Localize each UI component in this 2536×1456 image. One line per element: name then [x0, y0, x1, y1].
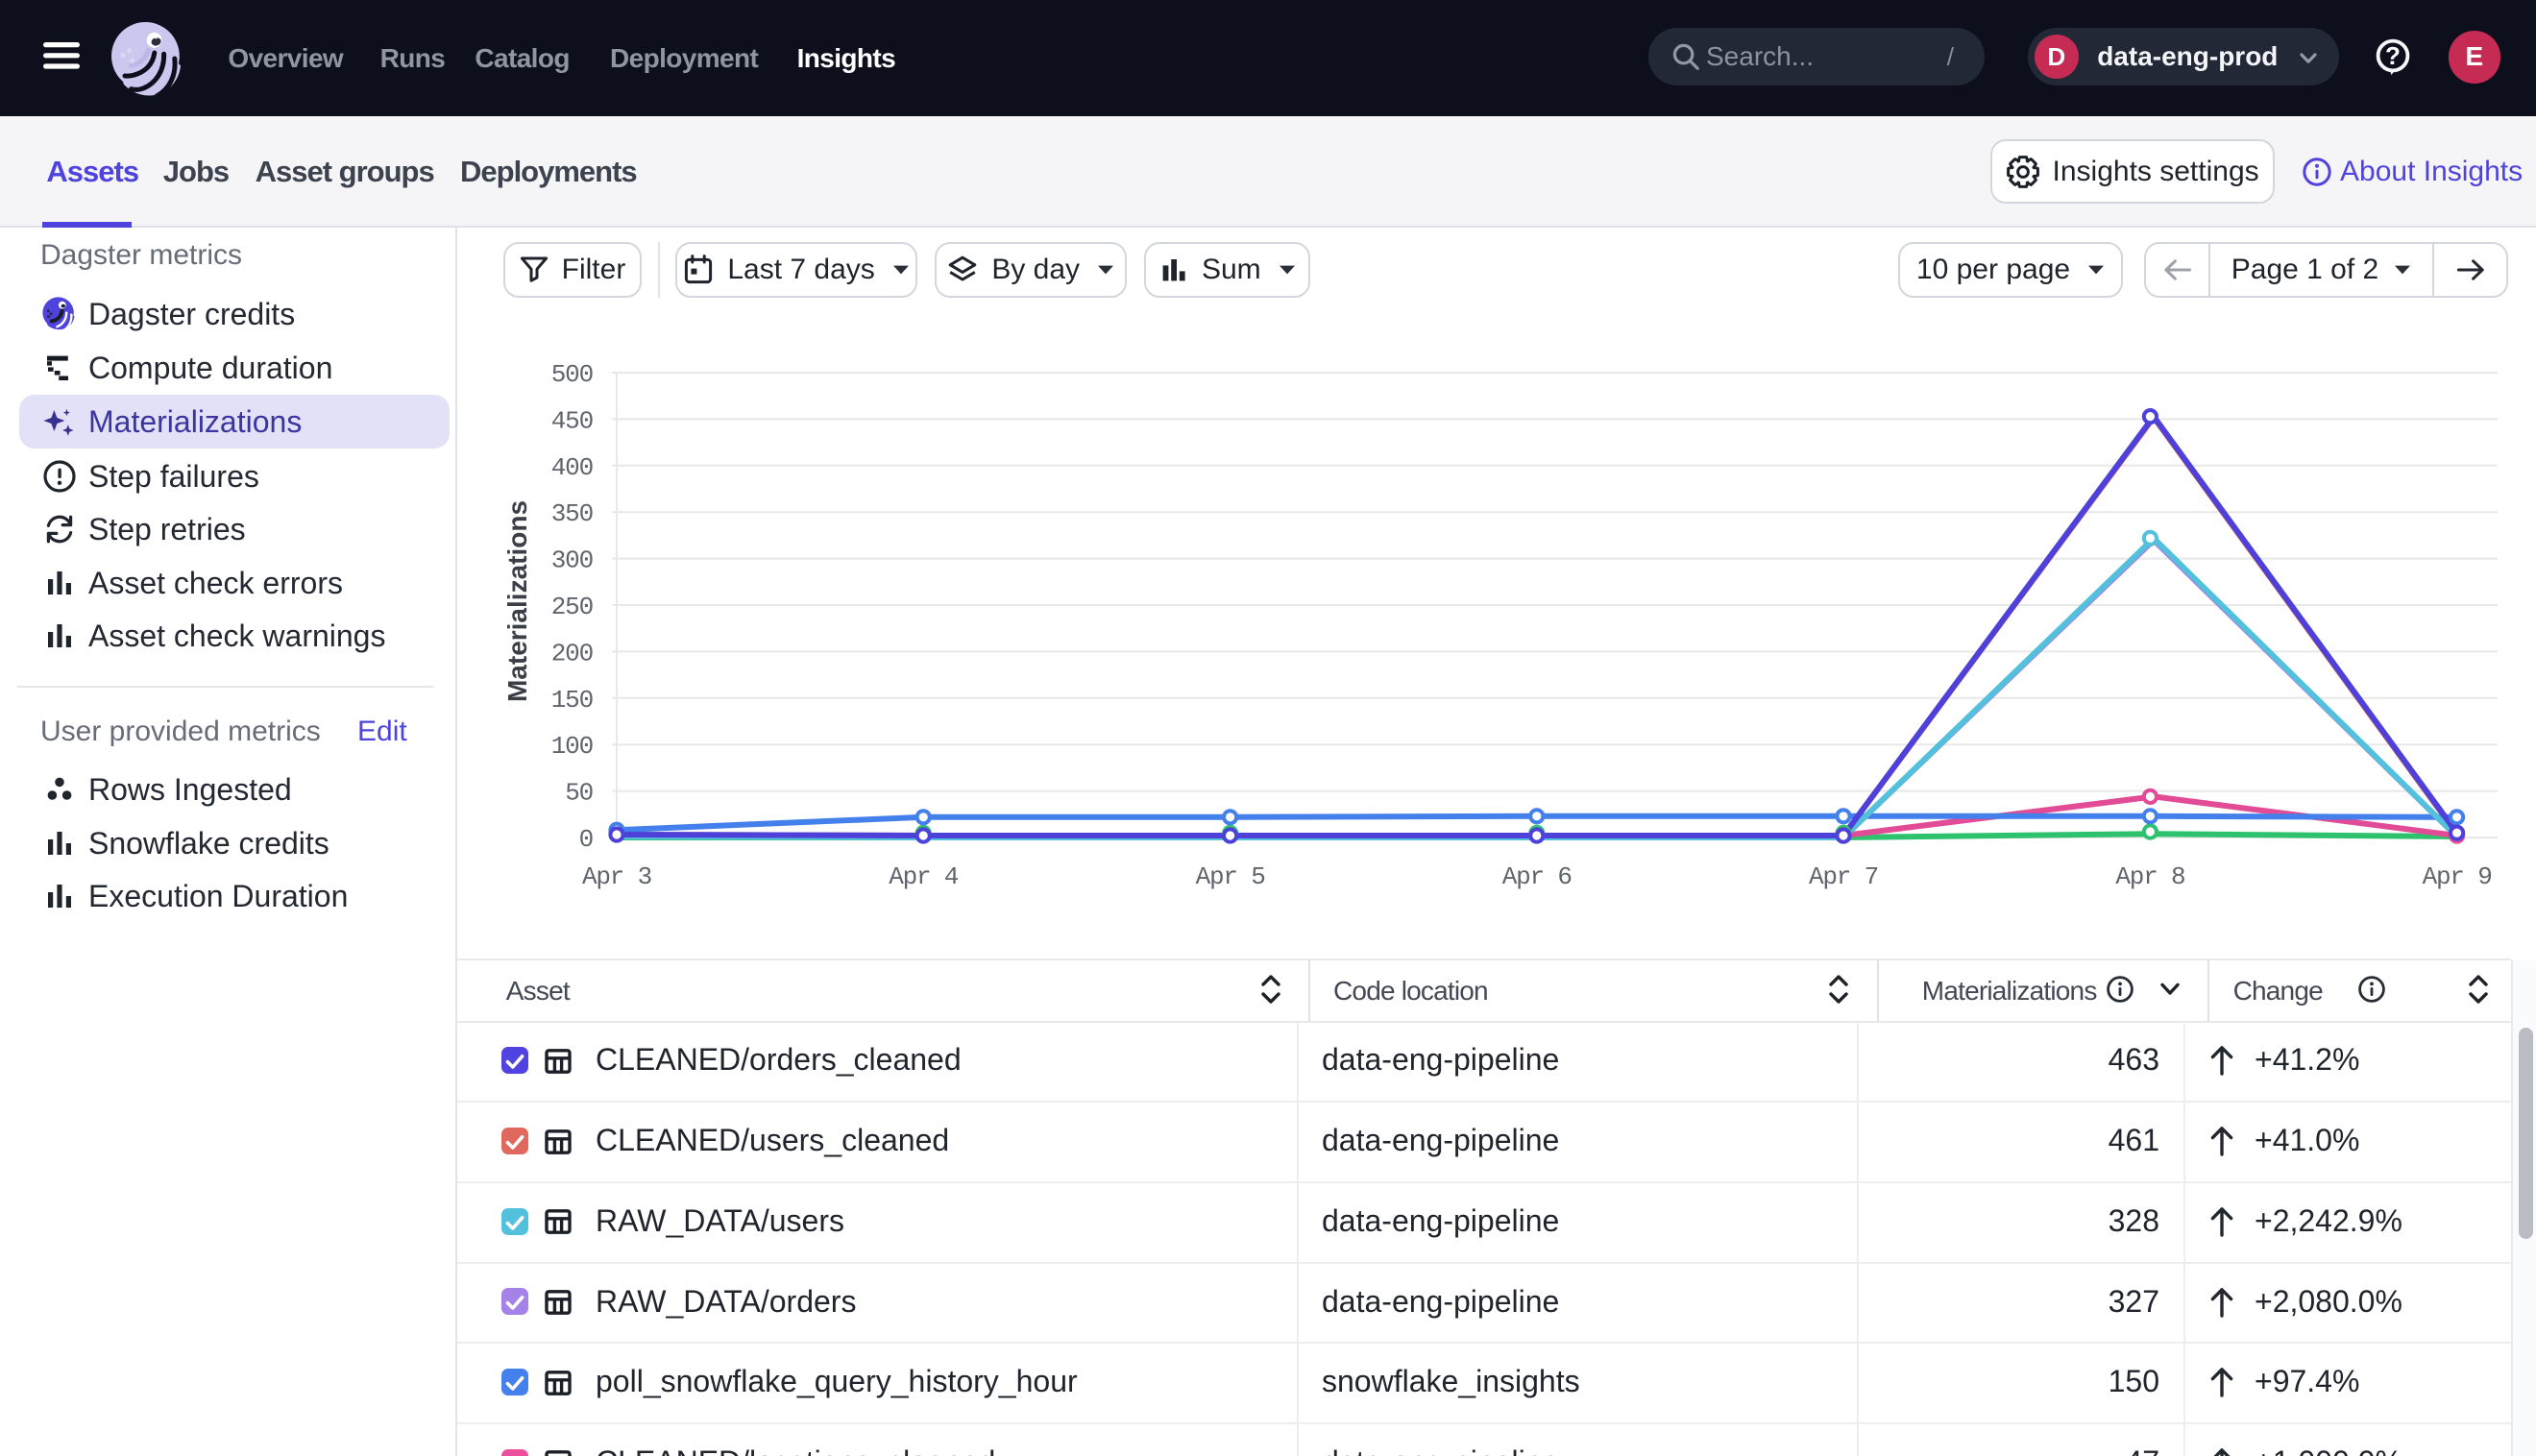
svg-text:Apr 5: Apr 5	[1196, 862, 1265, 891]
svg-text:250: 250	[551, 593, 593, 621]
svg-text:0: 0	[579, 825, 593, 854]
svg-text:Apr 8: Apr 8	[2115, 862, 2184, 891]
svg-text:Apr 7: Apr 7	[1809, 862, 1878, 891]
svg-text:Apr 3: Apr 3	[582, 862, 651, 891]
svg-text:100: 100	[551, 732, 593, 761]
svg-text:450: 450	[551, 406, 593, 435]
svg-text:200: 200	[551, 639, 593, 667]
svg-text:Apr 4: Apr 4	[889, 862, 959, 891]
svg-text:300: 300	[551, 546, 593, 575]
svg-text:Materializations: Materializations	[502, 500, 532, 702]
svg-text:?: ?	[2385, 41, 2401, 70]
svg-text:500: 500	[551, 360, 593, 389]
svg-text:400: 400	[551, 453, 593, 482]
svg-text:150: 150	[551, 686, 593, 715]
svg-text:350: 350	[551, 499, 593, 528]
svg-text:Apr 6: Apr 6	[1502, 862, 1572, 891]
svg-text:50: 50	[565, 779, 593, 808]
svg-text:Apr 9: Apr 9	[2423, 862, 2492, 891]
